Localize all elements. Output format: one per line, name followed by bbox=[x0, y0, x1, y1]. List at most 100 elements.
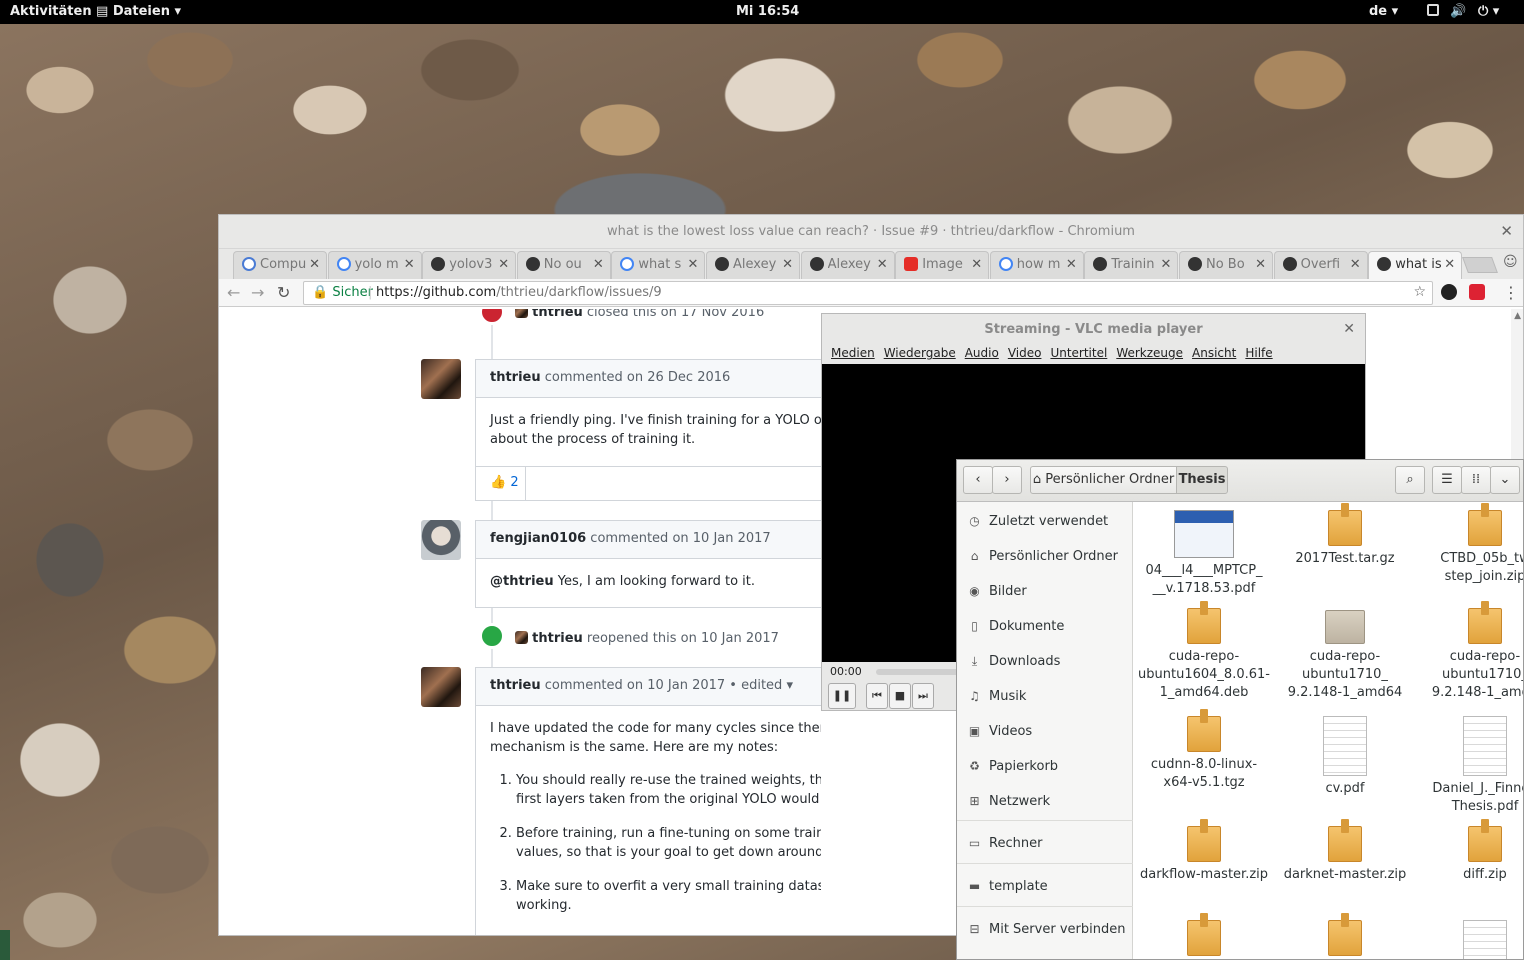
pause-icon[interactable]: ❚❚ bbox=[828, 683, 856, 709]
clock-button[interactable]: Mi 16:54 bbox=[736, 4, 799, 19]
reload-icon[interactable]: ↻ bbox=[277, 283, 290, 302]
scroll-up-arrow-icon[interactable]: ▲ bbox=[1514, 311, 1521, 321]
stop-icon[interactable]: ■ bbox=[889, 683, 911, 709]
vlc-menu-item[interactable]: Untertitel bbox=[1050, 346, 1107, 360]
sidebar-item[interactable]: ⊟ Mit Server verbinden bbox=[957, 913, 1133, 947]
sidebar-item[interactable]: ◉ Bilder bbox=[957, 575, 1133, 609]
secure-indicator[interactable]: 🔒 Sicher bbox=[312, 285, 373, 300]
file-item[interactable]: darknet-master.zip bbox=[1275, 819, 1415, 884]
vlc-menu-item[interactable]: Werkzeuge bbox=[1116, 346, 1183, 360]
browser-tab[interactable]: Image ✕ bbox=[895, 251, 990, 279]
address-bar[interactable]: 🔒 Sicher | https://github.com/thtrieu/da… bbox=[303, 281, 1433, 305]
forward-icon[interactable]: › bbox=[992, 466, 1022, 494]
new-tab-button[interactable] bbox=[1462, 257, 1498, 273]
sidebar-item[interactable]: ⌂ Persönlicher Ordner bbox=[957, 540, 1133, 574]
extension-icon[interactable] bbox=[1441, 284, 1457, 300]
user-mention[interactable]: @thtrieu bbox=[490, 574, 554, 589]
app-menu-button[interactable]: ▤ Dateien ▾ bbox=[96, 4, 181, 19]
activities-button[interactable]: Aktivitäten bbox=[10, 4, 92, 19]
previous-icon[interactable]: ⏮ bbox=[866, 683, 888, 709]
file-item[interactable]: cuda-repo- ubuntu1604_8.0.61- 1_amd64.de… bbox=[1134, 601, 1274, 702]
file-item[interactable] bbox=[1415, 920, 1523, 959]
file-item[interactable]: cuda-repo- ubuntu1710_ 9.2.148-1_amd6 bbox=[1415, 601, 1523, 702]
browser-tab[interactable]: No ou ✕ bbox=[516, 251, 611, 279]
file-item[interactable]: darkflow-master.zip bbox=[1134, 819, 1274, 884]
avatar[interactable] bbox=[515, 631, 528, 644]
power-icon[interactable]: ⏻ ▾ bbox=[1478, 4, 1499, 19]
tab-close-icon[interactable]: ✕ bbox=[593, 257, 604, 272]
comment-meta[interactable]: commented on 26 Dec 2016 bbox=[545, 370, 731, 385]
file-item[interactable]: 04___l4___MPTCP_ __v.1718.53.pdf bbox=[1134, 510, 1274, 598]
file-item[interactable]: CTBD_05b_tw step_join.zip bbox=[1415, 503, 1523, 586]
volume-icon[interactable]: 🔊 bbox=[1450, 4, 1466, 19]
tab-close-icon[interactable]: ✕ bbox=[498, 257, 509, 272]
thumbs-up-reaction[interactable]: 👍 2 bbox=[476, 467, 526, 500]
event-user[interactable]: thtrieu bbox=[532, 309, 583, 320]
path-thesis-button[interactable]: Thesis bbox=[1176, 466, 1228, 494]
close-icon[interactable]: ✕ bbox=[1500, 222, 1513, 240]
tab-close-icon[interactable]: ✕ bbox=[1444, 257, 1455, 272]
browser-tab[interactable]: Alexey ✕ bbox=[800, 251, 895, 279]
avatar[interactable] bbox=[421, 359, 461, 399]
tab-close-icon[interactable]: ✕ bbox=[1255, 257, 1266, 272]
chevron-down-icon[interactable]: ⌄ bbox=[1490, 466, 1520, 494]
sidebar-item[interactable]: ▭ Rechner bbox=[957, 827, 1133, 861]
vlc-menu-item[interactable]: Medien bbox=[831, 346, 875, 360]
tab-close-icon[interactable]: ✕ bbox=[309, 257, 320, 272]
file-item[interactable]: 2017Test.tar.gz bbox=[1275, 503, 1415, 568]
avatar[interactable] bbox=[515, 309, 528, 318]
browser-tab[interactable]: Overfi ✕ bbox=[1273, 251, 1368, 279]
tab-close-icon[interactable]: ✕ bbox=[971, 257, 982, 272]
tab-close-icon[interactable]: ✕ bbox=[1350, 257, 1361, 272]
browser-tab[interactable]: what is ✕ bbox=[1368, 251, 1463, 279]
search-icon[interactable]: ⌕ bbox=[1395, 466, 1425, 494]
comment-author[interactable]: thtrieu bbox=[490, 370, 541, 385]
avatar[interactable] bbox=[421, 667, 461, 707]
vlc-menu-item[interactable]: Ansicht bbox=[1192, 346, 1236, 360]
next-icon[interactable]: ⏭ bbox=[912, 683, 934, 709]
close-icon[interactable]: ✕ bbox=[1343, 321, 1355, 337]
files-headerbar[interactable]: ‹ › ⌂ Persönlicher Ordner Thesis ⌕ ☰ ⁞⁞ … bbox=[957, 460, 1523, 502]
tab-close-icon[interactable]: ✕ bbox=[687, 257, 698, 272]
sidebar-item[interactable]: ♻ Papierkorb bbox=[957, 750, 1133, 784]
file-item[interactable] bbox=[1275, 913, 1415, 959]
extension-red-icon[interactable] bbox=[1469, 284, 1485, 300]
comment-meta[interactable]: commented on 10 Jan 2017 bbox=[590, 531, 770, 546]
sidebar-item[interactable]: ♫ Musik bbox=[957, 680, 1133, 714]
sidebar-item[interactable]: ⤓ Downloads bbox=[957, 645, 1133, 679]
comment-author[interactable]: thtrieu bbox=[490, 678, 541, 693]
file-item[interactable]: Daniel_J._Finneg Thesis.pdf bbox=[1415, 716, 1523, 816]
back-icon[interactable]: ‹ bbox=[963, 466, 993, 494]
window-icon[interactable] bbox=[1427, 4, 1439, 19]
browser-tab[interactable]: yolov3 ✕ bbox=[422, 251, 517, 279]
back-arrow-icon[interactable]: ← bbox=[227, 283, 240, 302]
path-home-button[interactable]: ⌂ Persönlicher Ordner bbox=[1030, 466, 1177, 494]
profile-icon[interactable]: ☺ bbox=[1503, 254, 1518, 270]
file-item[interactable]: cudnn-8.0-linux- x64-v5.1.tgz bbox=[1134, 709, 1274, 792]
forward-arrow-icon[interactable]: → bbox=[251, 283, 264, 302]
chevron-down-icon[interactable]: ▾ bbox=[786, 678, 793, 693]
avatar[interactable] bbox=[421, 520, 461, 560]
browser-tab[interactable]: Alexey ✕ bbox=[706, 251, 800, 279]
browser-tab[interactable]: Compu ✕ bbox=[233, 251, 327, 279]
file-item[interactable]: cuda-repo- ubuntu1710_ 9.2.148-1_amd64 bbox=[1275, 608, 1415, 702]
vlc-menu-item[interactable]: Wiedergabe bbox=[884, 346, 956, 360]
grid-view-icon[interactable]: ⁞⁞ bbox=[1461, 466, 1491, 494]
chromium-titlebar[interactable]: what is the lowest loss value can reach?… bbox=[219, 215, 1523, 249]
tab-close-icon[interactable]: ✕ bbox=[782, 257, 793, 272]
sidebar-item[interactable]: ▣ Videos bbox=[957, 715, 1133, 749]
browser-tab[interactable]: Trainin ✕ bbox=[1084, 251, 1179, 279]
menu-kebab-icon[interactable]: ⋮ bbox=[1503, 283, 1519, 302]
file-item[interactable]: diff.zip bbox=[1415, 819, 1523, 884]
file-item[interactable] bbox=[1134, 913, 1274, 959]
sidebar-item[interactable]: ▯ Dokumente bbox=[957, 610, 1133, 644]
comment-author[interactable]: fengjian0106 bbox=[490, 531, 586, 546]
sidebar-item[interactable]: ◷ Zuletzt verwendet bbox=[957, 505, 1133, 539]
star-icon[interactable]: ☆ bbox=[1413, 284, 1426, 300]
browser-tab[interactable]: yolo m ✕ bbox=[327, 251, 422, 279]
event-user[interactable]: thtrieu bbox=[532, 631, 583, 646]
sidebar-item[interactable]: ⊞ Netzwerk bbox=[957, 785, 1133, 819]
tab-close-icon[interactable]: ✕ bbox=[877, 257, 888, 272]
tab-close-icon[interactable]: ✕ bbox=[1160, 257, 1171, 272]
keyboard-layout-button[interactable]: de ▾ bbox=[1369, 4, 1398, 19]
